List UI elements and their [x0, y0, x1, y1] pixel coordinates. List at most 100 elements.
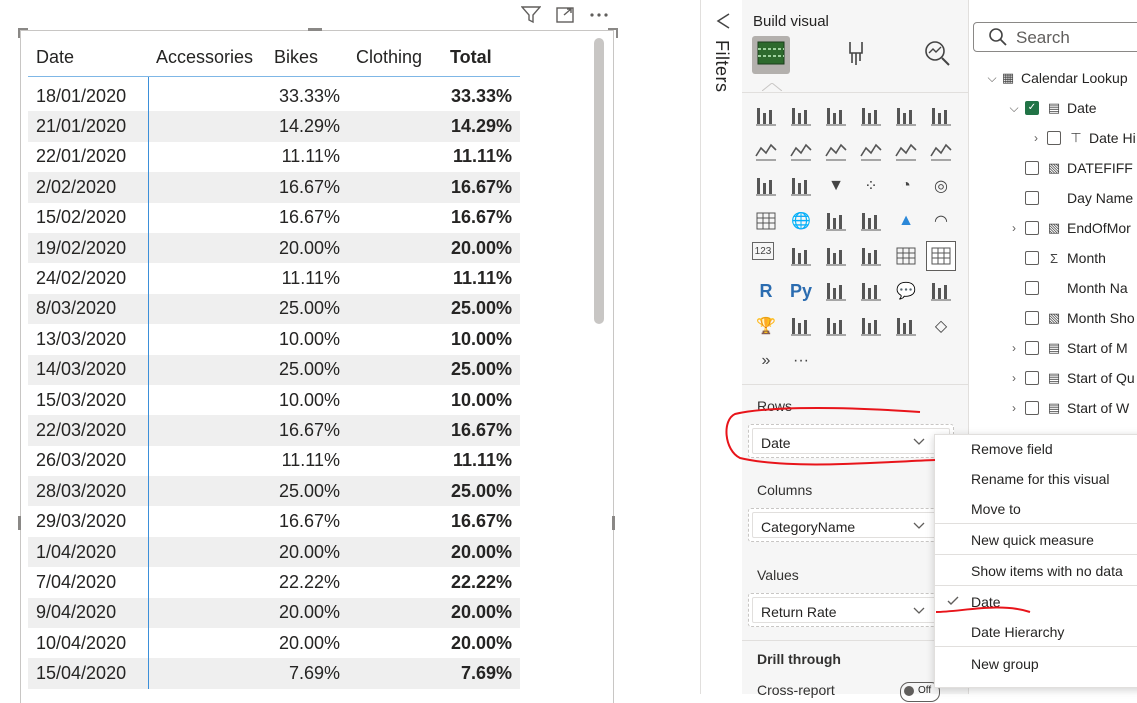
field-checkbox[interactable] [1025, 251, 1039, 265]
field-checkbox[interactable] [1025, 161, 1039, 175]
cell-accessories[interactable] [148, 77, 266, 112]
cell-date[interactable]: 19/02/2020 [28, 232, 149, 264]
cell-bikes[interactable]: 20.00% [266, 628, 348, 658]
cell-date[interactable]: 26/03/2020 [28, 445, 149, 477]
cell-date[interactable]: 7/04/2020 [28, 567, 149, 598]
cell-bikes[interactable]: 20.00% [266, 536, 348, 568]
resize-corner-tl[interactable] [18, 28, 28, 38]
table-row[interactable]: 26/03/2020 11.11% 11.11% [28, 445, 520, 477]
columns-field-pill[interactable]: CategoryName [752, 512, 950, 538]
arcgis-icon[interactable] [892, 312, 920, 340]
cell-accessories[interactable] [148, 203, 266, 233]
paginated-report-icon[interactable] [927, 277, 955, 305]
cell-total[interactable]: 7.69% [442, 658, 520, 689]
cell-clothing[interactable] [348, 628, 442, 658]
smart-narrative-icon[interactable] [787, 312, 815, 340]
menu-item-rename[interactable]: Rename for this visual [971, 471, 1110, 487]
more-options-icon[interactable] [588, 6, 610, 26]
chevron-down-icon[interactable] [913, 519, 925, 533]
column-header-date[interactable]: Date [28, 38, 148, 77]
table-row[interactable]: 21/01/2020 14.29% 14.29% [28, 111, 520, 142]
cell-bikes[interactable]: 10.00% [266, 324, 348, 354]
cell-accessories[interactable] [148, 142, 266, 172]
cell-clothing[interactable] [348, 476, 442, 507]
cell-accessories[interactable] [148, 354, 266, 385]
cell-accessories[interactable] [148, 446, 266, 476]
qa-icon[interactable]: 💬 [892, 277, 920, 305]
field-checkbox[interactable] [1025, 311, 1039, 325]
chevron-down-icon[interactable] [913, 604, 925, 618]
menu-item-move-to[interactable]: Move to [971, 501, 1021, 517]
table-row[interactable]: 15/02/2020 16.67% 16.67% [28, 202, 520, 233]
chevron-right-icon[interactable]: › [1007, 401, 1021, 415]
100-stacked-column-icon[interactable] [927, 102, 955, 130]
cell-clothing[interactable] [348, 536, 442, 568]
cell-accessories[interactable] [148, 597, 266, 629]
cell-date[interactable]: 15/03/2020 [28, 384, 149, 416]
cell-date[interactable]: 15/02/2020 [28, 202, 149, 233]
cell-date[interactable]: 21/01/2020 [28, 111, 149, 142]
cell-accessories[interactable] [148, 536, 266, 568]
trophy-icon[interactable]: 🏆 [752, 312, 780, 340]
cell-accessories[interactable] [148, 658, 266, 689]
ribbon-chart-icon[interactable] [752, 172, 780, 200]
table-row[interactable]: 14/03/2020 25.00% 25.00% [28, 354, 520, 385]
chevron-right-icon[interactable]: › [1007, 221, 1021, 235]
clustered-column-icon[interactable] [857, 102, 885, 130]
cell-date[interactable]: 22/03/2020 [28, 415, 149, 446]
cell-clothing[interactable] [348, 172, 442, 203]
table-row[interactable]: 7/04/2020 22.22% 22.22% [28, 567, 520, 598]
tab-format-visual[interactable] [836, 36, 874, 74]
cell-date[interactable]: 8/03/2020 [28, 293, 149, 325]
filters-pane-collapsed[interactable]: Filters [700, 0, 744, 694]
values-field-pill[interactable]: Return Rate [752, 597, 950, 623]
field-row[interactable]: ▧ Month Sho [1007, 306, 1135, 330]
cell-total[interactable]: 16.67% [442, 172, 520, 203]
rows-field-pill[interactable]: Date [752, 428, 950, 454]
table-row[interactable]: 22/03/2020 16.67% 16.67% [28, 415, 520, 446]
table-row[interactable]: 28/03/2020 25.00% 25.00% [28, 476, 520, 507]
cell-date[interactable]: 1/04/2020 [28, 536, 149, 568]
line-clustered-column-icon[interactable] [927, 137, 955, 165]
menu-item-remove-field[interactable]: Remove field [971, 441, 1053, 457]
field-row[interactable]: › ▤ Start of Qu [1007, 366, 1135, 390]
cell-total[interactable]: 25.00% [442, 354, 520, 385]
table-row[interactable]: 22/01/2020 11.11% 11.11% [28, 141, 520, 173]
field-row[interactable]: ⌵ ▦ Calendar Lookup [985, 66, 1127, 90]
cell-bikes[interactable]: 20.00% [266, 597, 348, 629]
treemap-icon[interactable] [752, 207, 780, 235]
table-row[interactable]: 2/02/2020 16.67% 16.67% [28, 172, 520, 203]
cell-total[interactable]: 16.67% [442, 415, 520, 446]
cell-bikes[interactable]: 33.33% [266, 77, 348, 112]
cell-bikes[interactable]: 16.67% [266, 172, 348, 203]
cell-clothing[interactable] [348, 415, 442, 446]
cell-total[interactable]: 33.33% [442, 77, 520, 112]
scrollbar-thumb[interactable] [594, 38, 604, 324]
cell-clothing[interactable] [348, 232, 442, 264]
chevron-down-icon[interactable]: ⌵ [985, 71, 999, 86]
field-checkbox[interactable] [1025, 191, 1039, 205]
cell-accessories[interactable] [148, 476, 266, 507]
cell-total[interactable]: 20.00% [442, 232, 520, 264]
multi-row-card-icon[interactable] [787, 242, 815, 270]
cell-total[interactable]: 11.11% [442, 142, 520, 172]
cell-clothing[interactable] [348, 293, 442, 325]
cell-date[interactable]: 9/04/2020 [28, 597, 149, 629]
cell-date[interactable]: 29/03/2020 [28, 506, 149, 537]
cell-date[interactable]: 28/03/2020 [28, 476, 149, 507]
cell-clothing[interactable] [348, 354, 442, 385]
chevron-down-icon[interactable] [913, 435, 925, 449]
column-header-clothing[interactable]: Clothing [348, 38, 442, 77]
menu-item-new-quick-measure[interactable]: New quick measure [971, 532, 1094, 548]
cell-date[interactable]: 10/04/2020 [28, 628, 149, 659]
cell-total[interactable]: 20.00% [442, 597, 520, 629]
slicer-icon[interactable] [857, 242, 885, 270]
cell-accessories[interactable] [148, 506, 266, 536]
values-well[interactable]: Return Rate [748, 593, 954, 627]
cell-total[interactable]: 16.67% [442, 203, 520, 233]
search-box[interactable]: Search [973, 22, 1137, 52]
tab-build-visual[interactable] [752, 36, 790, 74]
cell-date[interactable]: 15/04/2020 [28, 658, 149, 689]
100-stacked-area-icon[interactable] [857, 137, 885, 165]
cell-date[interactable]: 22/01/2020 [28, 141, 149, 173]
